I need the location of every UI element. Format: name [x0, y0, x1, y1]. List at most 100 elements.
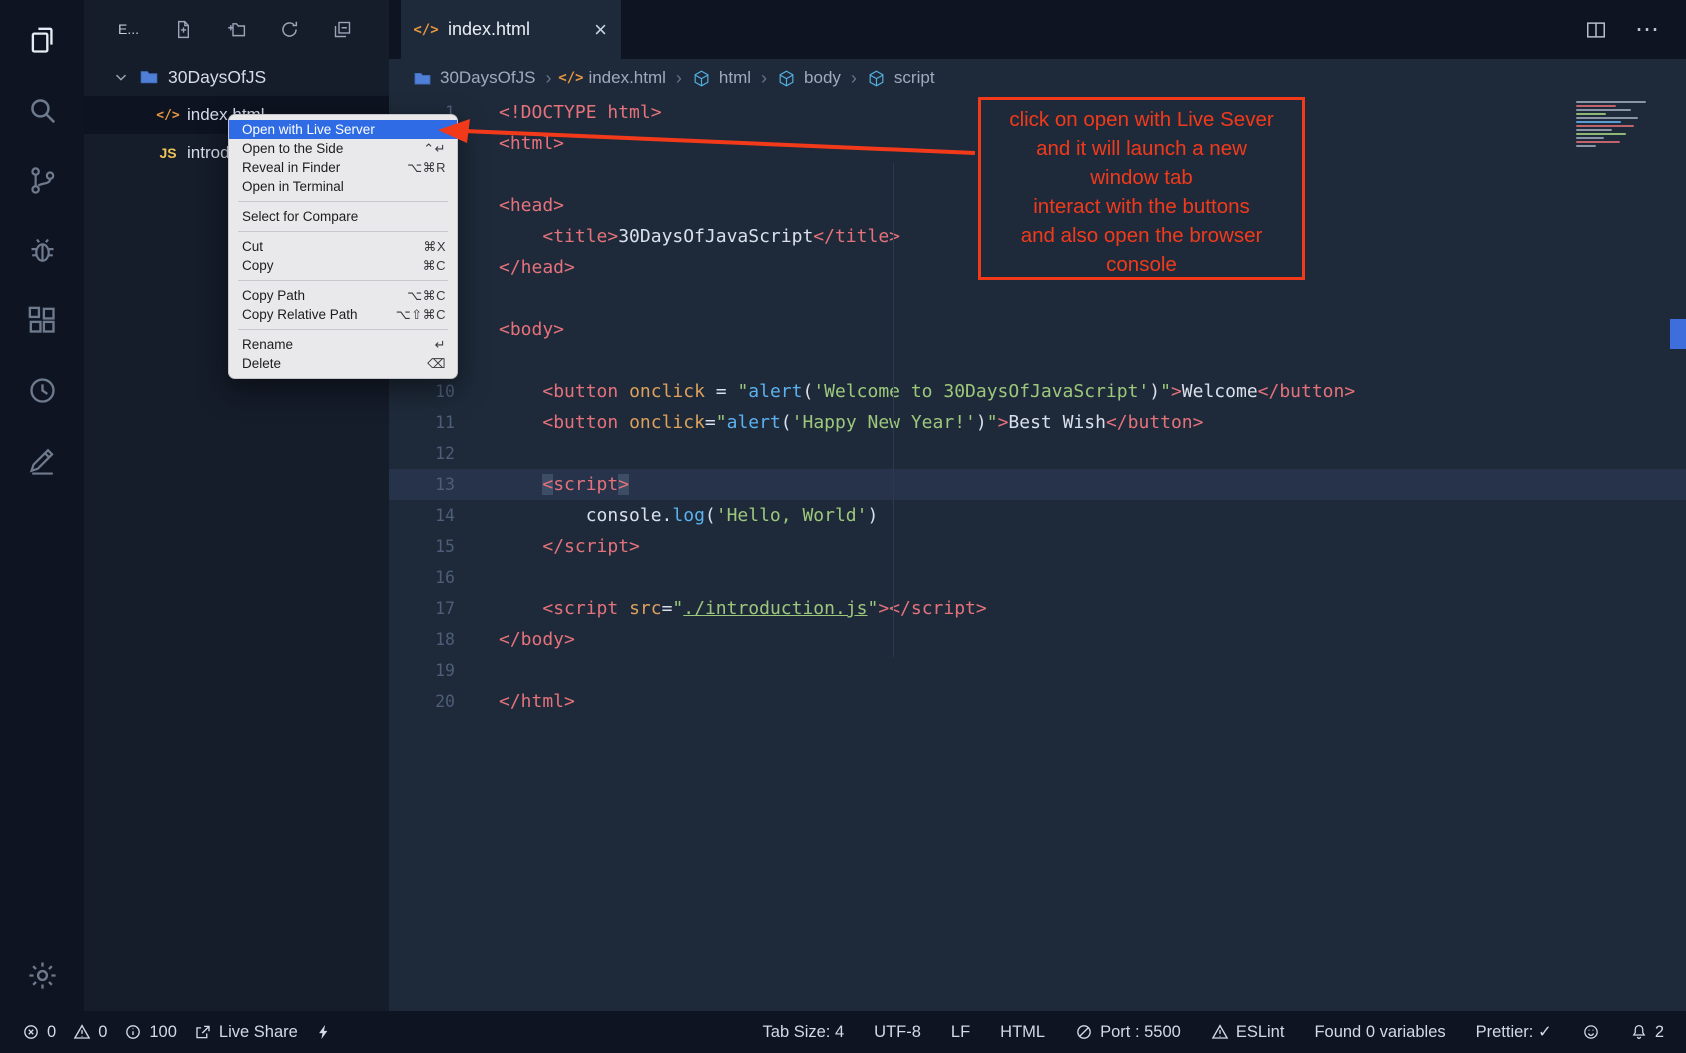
- warning-icon: [73, 1023, 91, 1041]
- new-file-button[interactable]: [171, 17, 195, 41]
- menu-item-cut[interactable]: Cut⌘X: [229, 237, 457, 256]
- more-actions-icon[interactable]: ⋯: [1635, 15, 1660, 44]
- split-editor-icon[interactable]: [1585, 19, 1607, 41]
- menu-item-reveal-in-finder[interactable]: Reveal in Finder⌥⌘R: [229, 158, 457, 177]
- menu-item-copy-path[interactable]: Copy Path⌥⌘C: [229, 286, 457, 305]
- tab-index-html[interactable]: </> index.html ×: [401, 0, 621, 59]
- status-bar: 00 100 Live Share Tab Size: 4 UTF-8 LF HTML Po…: [0, 1011, 1686, 1053]
- status-100[interactable]: 100: [124, 1023, 177, 1042]
- minimap[interactable]: [1576, 97, 1676, 157]
- refresh-button[interactable]: [277, 17, 301, 41]
- status-live-share[interactable]: Live Share: [194, 1023, 298, 1042]
- code-line[interactable]: 16: [389, 562, 1686, 593]
- annotation-box: click on open with Live Severand it will…: [978, 97, 1305, 280]
- annotation-text-line: window tab: [981, 163, 1302, 192]
- menu-item-open-to-the-side[interactable]: Open to the Side⌃↵: [229, 139, 457, 158]
- menu-item-select-for-compare[interactable]: Select for Compare: [229, 207, 457, 226]
- code-line[interactable]: 12: [389, 438, 1686, 469]
- breadcrumb-item-html[interactable]: html: [692, 68, 751, 88]
- code-line[interactable]: 18</body>: [389, 624, 1686, 655]
- editor-actions: ⋯: [1585, 0, 1686, 59]
- overview-ruler-marker[interactable]: [1670, 319, 1686, 349]
- line-number: 14: [389, 500, 455, 531]
- error-icon: [22, 1023, 40, 1041]
- status-lf[interactable]: LF: [951, 1023, 970, 1042]
- menu-item-shortcut: ⌘X: [423, 239, 446, 255]
- status-0[interactable]: 0: [22, 1023, 56, 1042]
- history-icon: [26, 374, 59, 407]
- menu-item-label: Reveal in Finder: [242, 160, 407, 175]
- status-label: 2: [1655, 1023, 1664, 1042]
- activity-run-debug-button[interactable]: [20, 230, 64, 270]
- code-line[interactable]: 8<body>: [389, 314, 1686, 345]
- code-text: </head>: [455, 252, 575, 283]
- code-line[interactable]: 7: [389, 283, 1686, 314]
- breadcrumb-separator: ›: [760, 68, 768, 89]
- code-line[interactable]: 20</html>: [389, 686, 1686, 717]
- code-line[interactable]: 13 <script>: [389, 469, 1686, 500]
- menu-item-rename[interactable]: Rename↵: [229, 335, 457, 354]
- code-text: <!DOCTYPE html>: [455, 97, 662, 128]
- menu-item-open-with-live-server[interactable]: Open with Live Server: [229, 120, 457, 139]
- breadcrumb-label: 30DaysOfJS: [440, 68, 535, 88]
- folder-icon: [139, 67, 159, 87]
- close-icon[interactable]: ×: [594, 19, 607, 41]
- activity-settings-gear-button[interactable]: [20, 955, 64, 995]
- activity-search-button[interactable]: [20, 90, 64, 130]
- status-tab-size-4[interactable]: Tab Size: 4: [763, 1023, 845, 1042]
- status-eslint[interactable]: ESLint: [1211, 1023, 1285, 1042]
- breadcrumb-item-30daysofjs[interactable]: 30DaysOfJS: [413, 68, 535, 88]
- status-found-0-variables[interactable]: Found 0 variables: [1314, 1023, 1445, 1042]
- status-2[interactable]: 2: [1630, 1023, 1664, 1042]
- extensions-icon: [26, 304, 59, 337]
- status-label: Tab Size: 4: [763, 1023, 845, 1042]
- status-smiley-icon[interactable]: [1582, 1023, 1600, 1041]
- context-menu: Open with Live ServerOpen to the Side⌃↵R…: [228, 114, 458, 379]
- activity-history-button[interactable]: [20, 370, 64, 410]
- code-line[interactable]: 9: [389, 345, 1686, 376]
- menu-item-delete[interactable]: Delete⌫: [229, 354, 457, 373]
- new-folder-button[interactable]: [224, 17, 248, 41]
- menu-item-copy-relative-path[interactable]: Copy Relative Path⌥⇧⌘C: [229, 305, 457, 324]
- code-line[interactable]: 11 <button onclick="alert('Happy New Yea…: [389, 407, 1686, 438]
- line-number: 19: [389, 655, 455, 686]
- tree-item-root-folder[interactable]: 30DaysOfJS: [84, 58, 389, 96]
- breadcrumb-label: script: [894, 68, 935, 88]
- collapse-all-button[interactable]: [330, 17, 354, 41]
- menu-item-copy[interactable]: Copy⌘C: [229, 256, 457, 275]
- activity-feedback-button[interactable]: [20, 440, 64, 480]
- status-0[interactable]: 0: [73, 1023, 107, 1042]
- menu-item-label: Select for Compare: [242, 209, 446, 224]
- activity-explorer-button[interactable]: [20, 20, 64, 60]
- activity-extensions-button[interactable]: [20, 300, 64, 340]
- indent-guide: [893, 163, 894, 657]
- activity-source-control-button[interactable]: [20, 160, 64, 200]
- tab-label: index.html: [448, 19, 530, 40]
- status-lightning-icon[interactable]: [315, 1023, 333, 1041]
- code-line[interactable]: 10 <button onclick = "alert('Welcome to …: [389, 376, 1686, 407]
- code-text: [455, 159, 499, 190]
- status-label: 100: [149, 1023, 177, 1042]
- status-label: LF: [951, 1023, 970, 1042]
- code-line[interactable]: 14 console.log('Hello, World'): [389, 500, 1686, 531]
- menu-item-label: Open with Live Server: [242, 122, 446, 137]
- port-icon: [1075, 1023, 1093, 1041]
- menu-item-open-in-terminal[interactable]: Open in Terminal: [229, 177, 457, 196]
- code-text: [455, 562, 499, 593]
- breadcrumb-item-script[interactable]: script: [867, 68, 935, 88]
- status-prettier[interactable]: Prettier: ✓: [1476, 1022, 1552, 1042]
- code-line[interactable]: 19: [389, 655, 1686, 686]
- menu-item-shortcut: ⌥⌘C: [407, 288, 446, 304]
- search-icon: [26, 94, 59, 127]
- status-utf-8[interactable]: UTF-8: [874, 1023, 921, 1042]
- status-html[interactable]: HTML: [1000, 1023, 1045, 1042]
- source-control-icon: [26, 164, 59, 197]
- code-text: <html>: [455, 128, 564, 159]
- status-port-5500[interactable]: Port : 5500: [1075, 1023, 1181, 1042]
- code-line[interactable]: 17 <script src="./introduction.js"></scr…: [389, 593, 1686, 624]
- status-label: ESLint: [1236, 1023, 1285, 1042]
- code-line[interactable]: 15 </script>: [389, 531, 1686, 562]
- breadcrumb-item-index-html[interactable]: </>index.html: [561, 68, 665, 88]
- breadcrumb-item-body[interactable]: body: [777, 68, 841, 88]
- lightning-icon: [315, 1023, 333, 1041]
